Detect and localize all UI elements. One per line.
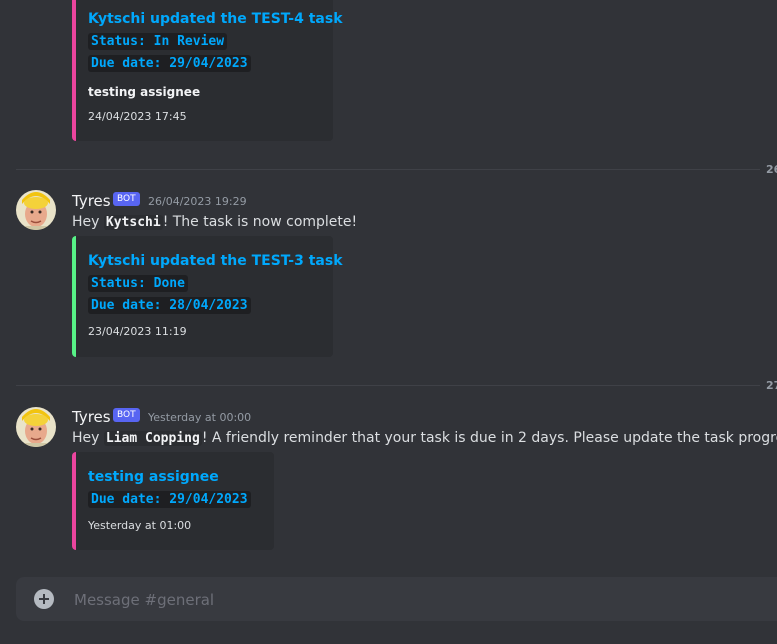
embed-due-date: Due date: 28/04/2023: [88, 297, 251, 314]
author-name[interactable]: Tyres: [72, 192, 111, 210]
task-embed: Kytschi updated the TEST-3 task Status: …: [72, 236, 343, 357]
mention[interactable]: Liam Copping: [103, 431, 202, 446]
embed-status: Status: Done: [88, 275, 188, 292]
mention[interactable]: Kytschi: [103, 215, 163, 230]
embed-footer: 23/04/2023 11:19: [88, 325, 187, 338]
message-timestamp[interactable]: Yesterday at 00:00: [148, 411, 251, 424]
message-text-before: Hey: [72, 430, 104, 446]
chat-view: Kytschi updated the TEST-4 task Status: …: [0, 0, 777, 644]
message-text: Hey Liam Copping! A friendly reminder th…: [72, 430, 777, 446]
bot-badge: BOT: [113, 192, 140, 206]
avatar[interactable]: [16, 407, 56, 447]
message-input[interactable]: [72, 577, 766, 623]
embed-title[interactable]: testing assignee: [88, 469, 219, 485]
date-divider-label: 26: [766, 163, 777, 176]
embed-title[interactable]: Kytschi updated the TEST-4 task: [88, 11, 343, 27]
date-divider-label: 27: [766, 379, 777, 392]
task-embed: Kytschi updated the TEST-4 task Status: …: [72, 0, 343, 141]
message-text-after: ! The task is now complete!: [162, 214, 358, 230]
message-text: Hey Kytschi! The task is now complete!: [72, 214, 357, 230]
message-text-after: ! A friendly reminder that your task is …: [201, 430, 777, 446]
embed-status: Status: In Review: [88, 33, 228, 50]
bot-badge: BOT: [113, 408, 140, 422]
embed-footer: 24/04/2023 17:45: [88, 110, 187, 123]
embed-footer: Yesterday at 01:00: [88, 519, 192, 532]
author-name[interactable]: Tyres: [72, 408, 111, 426]
date-divider: [16, 385, 760, 386]
message-composer: [16, 577, 777, 623]
embed-due-date: Due date: 29/04/2023: [88, 55, 251, 72]
task-embed: testing assignee Due date: 29/04/2023 Ye…: [72, 452, 274, 550]
embed-due-date: Due date: 29/04/2023: [88, 491, 251, 508]
embed-title[interactable]: Kytschi updated the TEST-3 task: [88, 253, 343, 269]
message-timestamp[interactable]: 26/04/2023 19:29: [148, 195, 247, 208]
message-text-before: Hey: [72, 214, 104, 230]
plus-circle-icon[interactable]: [34, 589, 54, 609]
date-divider: [16, 169, 760, 170]
embed-description: testing assignee: [88, 85, 201, 99]
avatar[interactable]: [16, 190, 56, 230]
